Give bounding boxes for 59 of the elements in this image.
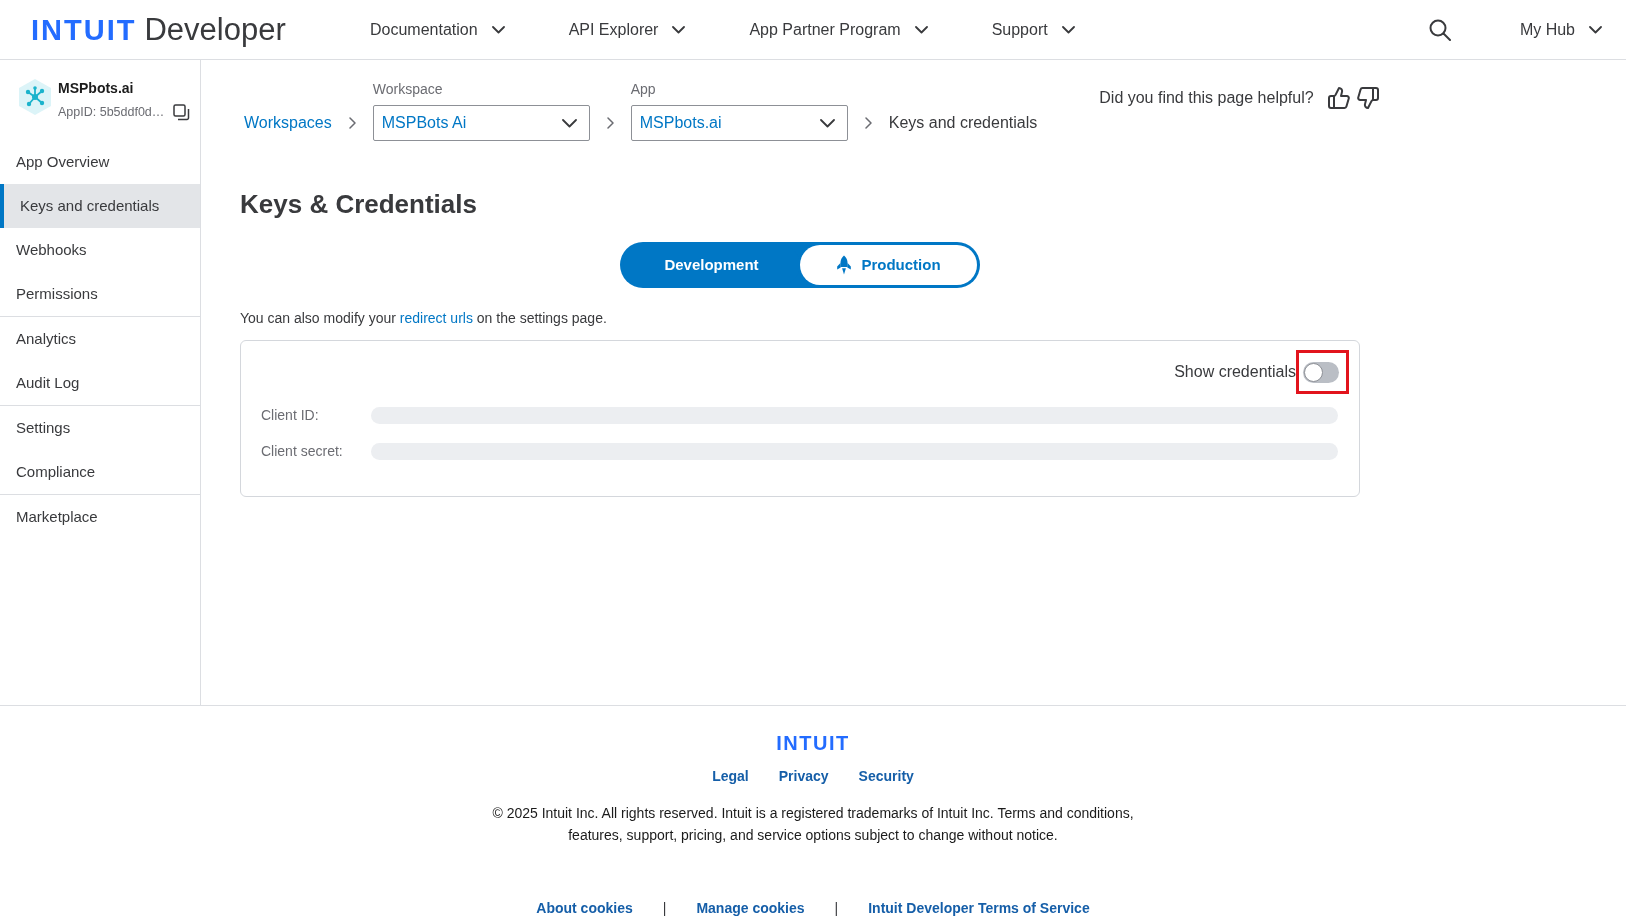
app-id-text: AppID: 5b5ddf0d… bbox=[58, 104, 165, 121]
environment-tab[interactable]: Production bbox=[800, 245, 977, 285]
copyright-text: © 2025 Intuit Inc. All rights reserved. Intuit is a registered trademarks of Intuit Inc. Terms and conditions, features, support, pricing, and service options subject to change without notice. bbox=[492, 804, 1134, 845]
nav-menu[interactable]: App Partner Program bbox=[749, 9, 928, 50]
chevron-right-icon bbox=[606, 117, 614, 129]
feedback-question: Did you find this page helpful? bbox=[1099, 88, 1314, 108]
footer-logo-text[interactable]: INTUIT bbox=[776, 732, 850, 754]
sidebar-nav-item[interactable]: Marketplace bbox=[0, 495, 200, 539]
page-title: Keys & Credentials bbox=[240, 188, 478, 221]
footer-link[interactable]: About cookies bbox=[536, 898, 633, 918]
link-separator: | bbox=[662, 899, 667, 918]
toggle-label: Show credentials bbox=[1174, 362, 1296, 382]
breadcrumb-link[interactable]: Workspaces bbox=[244, 111, 332, 135]
app-network-icon bbox=[17, 78, 53, 116]
chevron-right-icon bbox=[348, 117, 356, 129]
info-text: You can also modify your redirect urls on the settings page. bbox=[240, 309, 608, 328]
sidebar-nav-item[interactable]: Permissions bbox=[0, 272, 200, 316]
chevron-down-icon bbox=[672, 25, 686, 34]
field-label: Client ID: bbox=[261, 406, 320, 425]
sidebar-nav-item[interactable]: Settings bbox=[0, 406, 200, 450]
thumbs-down-icon[interactable] bbox=[1356, 87, 1379, 109]
footer-link[interactable]: Legal bbox=[712, 766, 749, 786]
product-title: Developer bbox=[144, 12, 286, 47]
thumbs-up-icon[interactable] bbox=[1327, 87, 1350, 109]
chevron-down-icon bbox=[491, 25, 505, 34]
sidebar-nav-item[interactable]: Compliance bbox=[0, 450, 200, 494]
text-link[interactable]: redirect urls bbox=[399, 310, 473, 326]
chevron-down-icon bbox=[1589, 25, 1602, 34]
chevron-right-icon bbox=[864, 117, 872, 129]
logo-text[interactable]: INTUIT bbox=[31, 12, 137, 47]
footer-link[interactable]: Security bbox=[858, 766, 914, 786]
app-name: MSPbots.ai bbox=[58, 79, 135, 98]
field-label: Workspace bbox=[372, 80, 444, 99]
nav-menu[interactable]: Documentation bbox=[370, 9, 505, 50]
chevron-down-icon bbox=[819, 118, 835, 128]
search-icon[interactable] bbox=[1428, 18, 1451, 41]
chevron-down-icon bbox=[1061, 25, 1075, 34]
nav-menu[interactable]: API Explorer bbox=[568, 9, 686, 50]
field-label: App bbox=[630, 80, 657, 99]
sidebar-nav-item[interactable]: Analytics bbox=[0, 317, 200, 361]
account-menu[interactable]: My Hub bbox=[1519, 9, 1602, 50]
link-separator: | bbox=[834, 899, 839, 918]
chevron-down-icon bbox=[914, 25, 928, 34]
chevron-down-icon bbox=[561, 118, 577, 128]
sidebar-nav-item[interactable]: Keys and credentials bbox=[0, 184, 200, 228]
footer-link[interactable]: Manage cookies bbox=[696, 898, 805, 918]
sidebar-nav-item[interactable]: Audit Log bbox=[0, 361, 200, 405]
footer-link[interactable]: Privacy bbox=[778, 766, 829, 786]
dropdown-select[interactable]: MSPBots Ai bbox=[372, 105, 590, 141]
dropdown-select[interactable]: MSPbots.ai bbox=[630, 105, 848, 141]
sidebar-nav-item[interactable]: Webhooks bbox=[0, 228, 200, 272]
nav-menu[interactable]: Support bbox=[991, 9, 1075, 50]
toggle-switch[interactable] bbox=[1303, 361, 1339, 383]
footer-link[interactable]: Intuit Developer Terms of Service bbox=[868, 898, 1090, 918]
breadcrumb-current: Keys and credentials bbox=[888, 113, 1038, 133]
sidebar-nav-item[interactable]: App Overview bbox=[0, 140, 200, 184]
copy-icon[interactable] bbox=[173, 103, 191, 121]
field-label: Client secret: bbox=[261, 442, 344, 461]
rocket-icon bbox=[836, 255, 853, 275]
